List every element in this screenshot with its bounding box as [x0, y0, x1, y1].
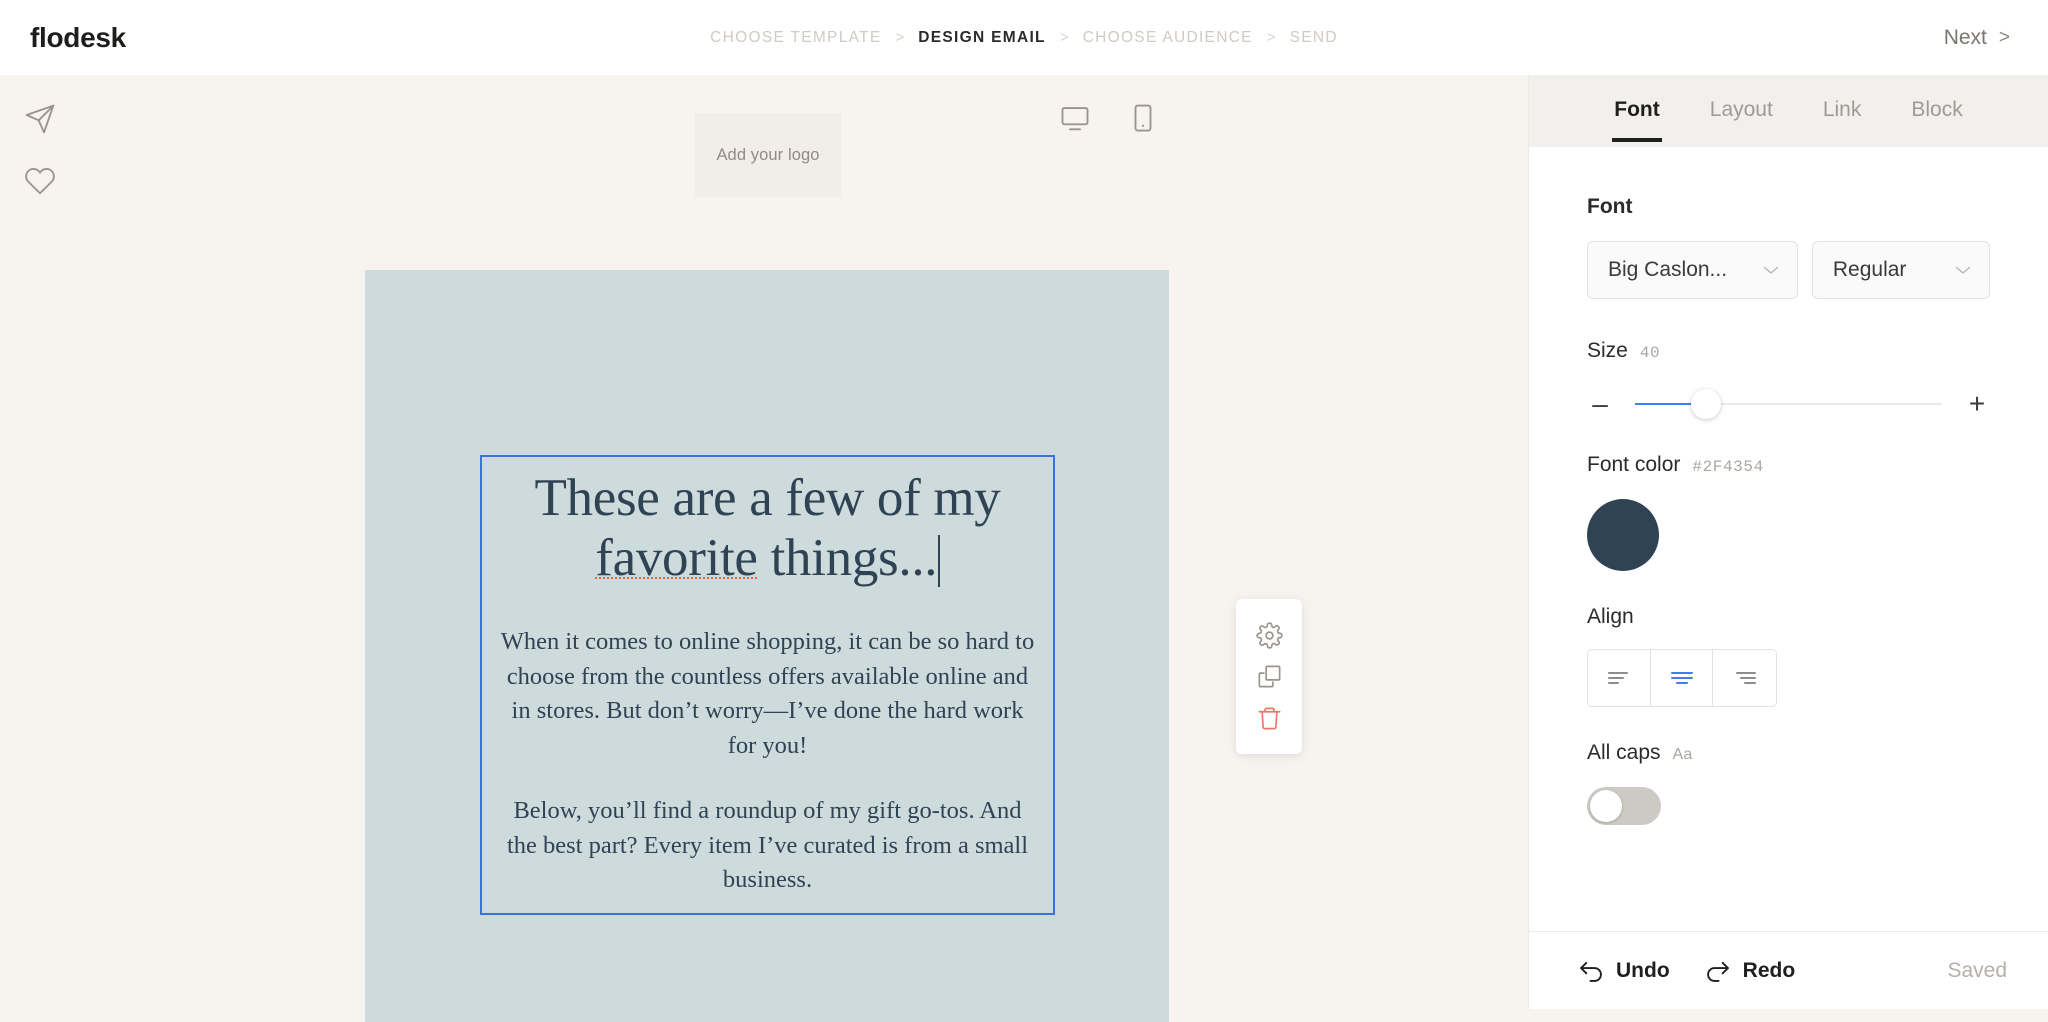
align-button-group: [1587, 649, 1777, 707]
undo-label: Undo: [1616, 958, 1670, 982]
breadcrumb-step-choose-template[interactable]: CHOOSE TEMPLATE: [710, 29, 881, 47]
next-button-label: Next: [1943, 25, 1987, 49]
gear-icon[interactable]: [1255, 621, 1283, 649]
size-label-text: Size: [1587, 339, 1628, 362]
properties-panel: Font Layout Link Block Font Big Caslon..…: [1528, 75, 2048, 1009]
size-slider-track[interactable]: [1635, 389, 1942, 419]
desktop-preview-icon[interactable]: [1060, 103, 1090, 133]
trash-icon[interactable]: [1256, 705, 1283, 732]
mobile-preview-icon[interactable]: [1128, 103, 1158, 133]
email-paragraph-2[interactable]: Below, you’ll find a roundup of my gift …: [496, 794, 1039, 898]
align-label-text: Align: [1587, 605, 1634, 628]
breadcrumb-separator: >: [1059, 29, 1069, 46]
email-heading-line1: These are a few of my: [534, 469, 1001, 527]
block-action-toolbar: [1236, 599, 1302, 754]
size-decrease-button[interactable]: –: [1587, 390, 1613, 418]
size-increase-button[interactable]: +: [1964, 390, 1990, 418]
email-heading-spellcheck-word: favorite: [595, 528, 758, 587]
align-left-button[interactable]: [1588, 650, 1651, 706]
size-slider-thumb[interactable]: [1690, 389, 1721, 419]
size-value: 40: [1639, 344, 1661, 362]
save-status: Saved: [1947, 958, 2007, 982]
chevron-down-icon: [1763, 263, 1779, 278]
breadcrumb-separator: >: [1266, 29, 1276, 46]
font-color-swatch[interactable]: [1587, 499, 1659, 571]
undo-button[interactable]: Undo: [1577, 957, 1670, 985]
font-family-value: Big Caslon...: [1608, 258, 1728, 281]
email-content-block[interactable]: These are a few of my favorite things...…: [365, 270, 1169, 1022]
logo-placeholder-label: Add your logo: [716, 145, 820, 164]
chevron-right-icon: >: [1998, 26, 2010, 48]
email-paragraph-1[interactable]: When it comes to online shopping, it can…: [496, 625, 1039, 764]
device-preview-toggles: [1060, 103, 1158, 133]
align-section-label: Align: [1587, 605, 1990, 629]
breadcrumb: CHOOSE TEMPLATE > DESIGN EMAIL > CHOOSE …: [710, 29, 1338, 47]
email-canvas: Add your logo These are a few of my favo…: [0, 75, 1528, 1022]
all-caps-toggle[interactable]: [1587, 787, 1661, 825]
canvas-left-tools: [24, 103, 56, 197]
tab-link[interactable]: Link: [1821, 80, 1864, 142]
breadcrumb-separator: >: [895, 29, 905, 46]
all-caps-label-text: All caps: [1587, 741, 1661, 764]
font-label-text: Font: [1587, 195, 1633, 218]
all-caps-hint: Aa: [1672, 746, 1693, 763]
email-heading[interactable]: These are a few of my favorite things...: [496, 469, 1039, 589]
duplicate-icon[interactable]: [1256, 663, 1283, 690]
redo-button[interactable]: Redo: [1704, 957, 1796, 985]
font-color-section-label: Font color #2F4354: [1587, 453, 1990, 477]
chevron-down-icon: [1955, 263, 1971, 278]
text-caret: [938, 534, 940, 587]
font-color-label-text: Font color: [1587, 453, 1681, 476]
tab-font[interactable]: Font: [1612, 80, 1663, 142]
redo-icon: [1704, 957, 1732, 985]
tab-block[interactable]: Block: [1909, 80, 1964, 142]
heart-icon[interactable]: [24, 165, 56, 197]
font-section-label: Font: [1587, 195, 1990, 219]
font-weight-select[interactable]: Regular: [1811, 241, 1990, 299]
panel-footer: Undo Redo Saved: [1529, 931, 2048, 1009]
redo-label: Redo: [1742, 958, 1796, 982]
all-caps-section-label: All caps Aa: [1587, 741, 1990, 765]
panel-content: Font Big Caslon... Regular Size 40 – + F…: [1529, 147, 2048, 825]
text-block-selected[interactable]: These are a few of my favorite things...…: [480, 455, 1055, 915]
breadcrumb-step-choose-audience[interactable]: CHOOSE AUDIENCE: [1083, 29, 1253, 47]
breadcrumb-step-design-email[interactable]: DESIGN EMAIL: [918, 29, 1046, 47]
email-heading-line2-tail: things...: [757, 528, 938, 587]
font-weight-value: Regular: [1832, 258, 1907, 281]
font-selectors: Big Caslon... Regular: [1587, 241, 1990, 299]
tab-layout[interactable]: Layout: [1708, 80, 1775, 142]
breadcrumb-step-send[interactable]: SEND: [1290, 29, 1338, 47]
next-button[interactable]: Next >: [1944, 26, 2010, 50]
panel-tab-bar: Font Layout Link Block: [1529, 75, 2048, 147]
align-center-button[interactable]: [1650, 650, 1714, 706]
all-caps-toggle-knob: [1590, 790, 1622, 822]
size-slider-row: – +: [1587, 389, 1990, 419]
logo-placeholder[interactable]: Add your logo: [695, 113, 841, 197]
top-bar: flodesk CHOOSE TEMPLATE > DESIGN EMAIL >…: [0, 0, 2048, 75]
size-section-label: Size 40: [1587, 339, 1990, 363]
align-right-button[interactable]: [1713, 650, 1776, 706]
undo-icon: [1577, 957, 1605, 985]
brand-logo[interactable]: flodesk: [30, 22, 126, 54]
font-family-select[interactable]: Big Caslon...: [1587, 241, 1798, 299]
font-color-hex: #2F4354: [1692, 458, 1764, 476]
send-icon[interactable]: [24, 103, 56, 135]
